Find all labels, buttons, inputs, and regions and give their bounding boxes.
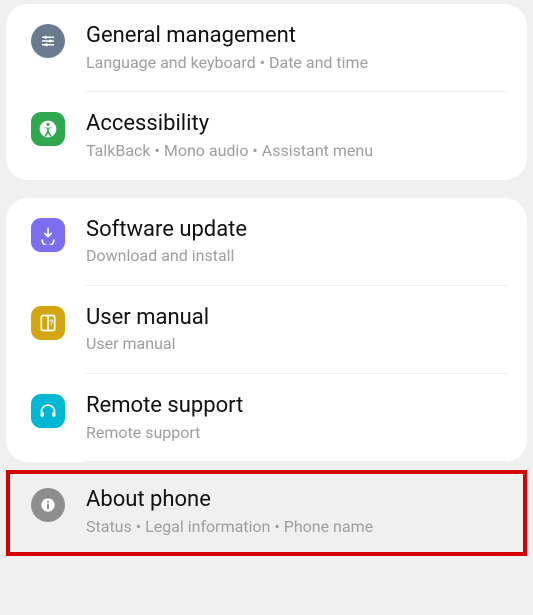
row-title: Remote support	[86, 392, 507, 420]
divider	[86, 461, 507, 462]
row-subtitle: Remote support	[86, 423, 507, 444]
row-subtitle: Status • Legal information • Phone name	[86, 517, 507, 538]
row-remote-support[interactable]: Remote support Remote support	[6, 374, 527, 461]
row-subtitle: TalkBack • Mono audio • Assistant menu	[86, 141, 507, 162]
about-phone-icon	[26, 488, 70, 522]
remote-support-icon	[26, 394, 70, 428]
row-about-phone[interactable]: About phone Status • Legal information •…	[10, 474, 523, 551]
settings-group-1: General management Language and keyboard…	[6, 4, 527, 180]
settings-group-2: Software update Download and install ? U…	[6, 198, 527, 463]
row-title: Accessibility	[86, 110, 507, 138]
row-subtitle: Download and install	[86, 246, 507, 267]
row-title: Software update	[86, 216, 507, 244]
general-management-icon	[26, 24, 70, 58]
software-update-icon	[26, 218, 70, 252]
row-subtitle: User manual	[86, 334, 507, 355]
row-software-update[interactable]: Software update Download and install	[6, 198, 527, 285]
row-user-manual[interactable]: ? User manual User manual	[6, 286, 527, 373]
row-title: General management	[86, 22, 507, 50]
svg-text:?: ?	[49, 318, 53, 328]
accessibility-icon	[26, 112, 70, 146]
row-title: About phone	[86, 486, 507, 514]
row-title: User manual	[86, 304, 507, 332]
row-subtitle: Language and keyboard • Date and time	[86, 53, 507, 74]
row-accessibility[interactable]: Accessibility TalkBack • Mono audio • As…	[6, 92, 527, 179]
user-manual-icon: ?	[26, 306, 70, 340]
row-general-management[interactable]: General management Language and keyboard…	[6, 4, 527, 91]
highlight-about-phone: About phone Status • Legal information •…	[6, 470, 527, 555]
